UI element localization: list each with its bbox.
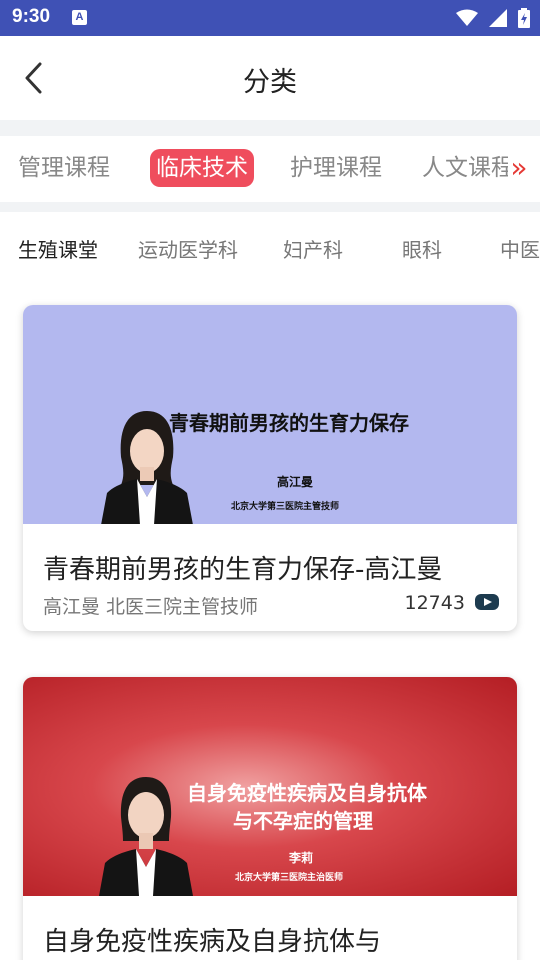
status-icons: [450, 7, 530, 29]
course-title: 自身免疫性疾病及自身抗体与: [43, 927, 382, 957]
wifi-icon: [455, 9, 478, 26]
category-tabs: 管理课程 临床技术 护理课程 人文课程 »: [0, 136, 540, 202]
thumbnail-speaker: 李莉: [289, 851, 314, 865]
page-title: 分类: [243, 67, 297, 98]
thumbnail-title-line1: 自身免疫性疾病及自身抗体: [187, 781, 427, 805]
sub-tab-sports-medicine[interactable]: 运动医学科: [138, 234, 238, 263]
thumbnail-title-line2: 与不孕症的管理: [233, 809, 373, 833]
thumbnail-affiliation: 北京大学第三医院主治医师: [235, 873, 344, 883]
battery-icon: [518, 7, 530, 28]
course-title: 青春期前男孩的生育力保存-高江曼: [43, 555, 443, 585]
play-icon: [475, 594, 499, 610]
speaker-portrait: [99, 777, 193, 896]
status-bar: 9:30 A: [0, 0, 540, 36]
category-tab-humanities[interactable]: 人文课程: [422, 149, 514, 187]
signal-icon: [488, 8, 507, 27]
thumbnail-title: 青春期前男孩的生育力保存: [169, 411, 409, 435]
thumbnail-affiliation: 北京大学第三医院主管技师: [231, 502, 340, 512]
notification-a-icon: A: [72, 10, 87, 25]
view-count: 12743: [404, 592, 499, 614]
status-time: 9:30: [12, 6, 51, 27]
course-card[interactable]: 自身免疫性疾病及自身抗体 与不孕症的管理 李莉 北京大学第三医院主治医师 自身免…: [23, 677, 517, 960]
course-subtitle: 高江曼 北医三院主管技师: [43, 596, 259, 618]
sub-category-tabs: 生殖课堂 运动医学科 妇产科 眼科 中医: [0, 212, 540, 282]
double-chevron-right-icon[interactable]: »: [508, 149, 530, 187]
sub-tab-tcm[interactable]: 中医: [500, 234, 540, 263]
divider: [0, 202, 540, 212]
course-thumbnail: 青春期前男孩的生育力保存 高江曼 北京大学第三医院主管技师: [23, 305, 517, 524]
course-card[interactable]: 青春期前男孩的生育力保存 高江曼 北京大学第三医院主管技师 青春期前男孩的生育力…: [23, 305, 517, 631]
category-tab-clinical[interactable]: 临床技术: [150, 149, 254, 187]
course-thumbnail: 自身免疫性疾病及自身抗体 与不孕症的管理 李莉 北京大学第三医院主治医师: [23, 677, 517, 896]
app-bar: 分类: [0, 36, 540, 120]
sub-tab-reproduction[interactable]: 生殖课堂: [18, 234, 98, 263]
category-tab-nursing[interactable]: 护理课程: [290, 149, 382, 187]
view-count-value: 12743: [404, 592, 465, 614]
sub-tab-obstetrics[interactable]: 妇产科: [283, 234, 343, 263]
divider: [0, 120, 540, 136]
thumbnail-speaker: 高江曼: [277, 475, 314, 489]
sub-tab-ophthalmology[interactable]: 眼科: [402, 234, 442, 263]
category-tab-management[interactable]: 管理课程: [18, 149, 110, 187]
